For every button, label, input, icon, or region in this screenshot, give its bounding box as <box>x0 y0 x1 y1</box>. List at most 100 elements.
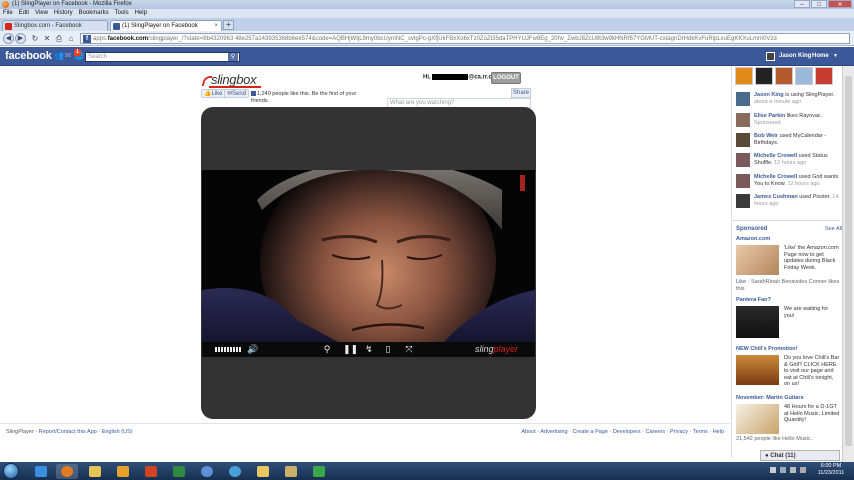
chat-bar[interactable]: ● Chat (11) <box>760 450 840 461</box>
fullscreen-icon[interactable]: ⤧ <box>404 345 414 354</box>
account-dropdown-icon[interactable]: ▼ <box>833 52 838 61</box>
ticker-text: is using SlingPlayer. <box>785 92 835 98</box>
friend-requests-icon[interactable]: 👥 <box>54 52 64 60</box>
footer-about-link[interactable]: About <box>521 429 535 435</box>
app-icon-settings[interactable] <box>795 67 813 85</box>
tab-slingplayer-facebook[interactable]: (1) SlingPlayer on Facebook × <box>110 20 222 31</box>
forward-icon[interactable]: ▶ <box>15 33 26 44</box>
ad-pantera[interactable]: Pantera Fan? We are waiting for you! <box>736 297 840 341</box>
home-icon[interactable]: ⌂ <box>66 34 76 43</box>
ad-title[interactable]: November: Martin Guitars <box>736 395 840 402</box>
profile-link[interactable]: Jason King <box>779 52 811 61</box>
tab-slingbox-facebook[interactable]: Slingbox.com - Facebook <box>2 20 108 31</box>
tray-battery-icon[interactable] <box>800 467 806 473</box>
page-scrollbar[interactable] <box>842 66 854 462</box>
user-avatar[interactable] <box>766 52 775 61</box>
app-icon-pantera[interactable] <box>755 67 773 85</box>
footer-developers-link[interactable]: Developers <box>613 429 641 435</box>
language-link[interactable]: English (US) <box>102 429 133 435</box>
tray-flag-icon[interactable] <box>770 467 776 473</box>
menu-tools[interactable]: Tools <box>115 9 129 18</box>
minimize-button[interactable]: – <box>794 0 810 8</box>
new-tab-button[interactable]: + <box>223 20 234 30</box>
taskbar-excel-icon[interactable] <box>168 464 190 479</box>
remote-icon[interactable]: ▯ <box>383 345 393 354</box>
ad-title[interactable]: Amazon.com <box>736 236 840 243</box>
menu-file[interactable]: File <box>3 9 13 18</box>
firefox-icon <box>2 1 9 8</box>
footer-advertising-link[interactable]: Advertising <box>540 429 567 435</box>
app-icon-chilis[interactable] <box>735 67 753 85</box>
menu-view[interactable]: View <box>35 9 48 18</box>
taskbar-explorer-icon[interactable] <box>84 464 106 479</box>
taskbar-media-icon[interactable] <box>280 464 302 479</box>
taskbar-quicktime-icon[interactable] <box>224 464 246 479</box>
ticker-item[interactable]: Jason King is using SlingPlayer. about a… <box>736 92 840 108</box>
close-button[interactable]: ✕ <box>828 0 852 8</box>
system-clock[interactable]: 6:00 PM 11/23/2011 <box>812 463 850 477</box>
ad-chilis[interactable]: NEW Chili's Promotion! Do you love Chili… <box>736 346 840 390</box>
facebook-logo[interactable]: facebook <box>5 50 52 62</box>
player-brand-sling: sling <box>475 344 494 354</box>
url-bar[interactable]: f apps.facebook.com/slingplayer_/?state=… <box>80 33 850 44</box>
video-area[interactable] <box>202 170 535 344</box>
see-all-link[interactable]: See All <box>825 226 842 232</box>
ticker-item[interactable]: Bob Weir used MyCalendar - Birthdays. <box>736 133 840 149</box>
home-link[interactable]: Home <box>812 52 829 61</box>
scrollbar-thumb[interactable] <box>845 76 852 446</box>
ticker-item[interactable]: Elise Parkin likes Rayovac. Sponsored <box>736 113 840 129</box>
ticker-name: Jason King <box>754 92 784 98</box>
send-button[interactable]: ✉Send <box>224 89 250 98</box>
taskbar-folder-icon[interactable] <box>252 464 274 479</box>
reload-icon[interactable]: ↻ <box>30 34 40 43</box>
menu-edit[interactable]: Edit <box>19 9 29 18</box>
menu-help[interactable]: Help <box>135 9 147 18</box>
maximize-button[interactable]: □ <box>811 0 827 8</box>
volume-icon[interactable]: 🔊 <box>247 345 258 354</box>
taskbar-outlook-icon[interactable] <box>112 464 134 479</box>
bookmarked-apps <box>735 67 833 85</box>
tab-close-icon[interactable]: × <box>214 21 218 31</box>
taskbar-itunes-icon[interactable] <box>196 464 218 479</box>
footer-help-link[interactable]: Help <box>713 429 724 435</box>
report-app-link[interactable]: Report/Contact this App <box>39 429 97 435</box>
pause-icon[interactable]: ❚❚ <box>343 345 358 354</box>
back-icon[interactable]: ◀ <box>3 33 14 44</box>
print-icon[interactable]: ⎙ <box>54 34 64 43</box>
footer-careers-link[interactable]: Careers <box>646 429 666 435</box>
messages-icon[interactable]: ✉ <box>64 52 72 60</box>
ad-martin-guitars[interactable]: November: Martin Guitars 48 Hours for a … <box>736 395 840 443</box>
footer-privacy-link[interactable]: Privacy <box>670 429 688 435</box>
share-button[interactable]: Share <box>511 88 531 98</box>
ad-title[interactable]: NEW Chili's Promotion! <box>736 346 840 353</box>
like-button[interactable]: 👍Like <box>201 89 226 98</box>
search-icon[interactable]: ⚲ <box>228 53 238 61</box>
tray-volume-icon[interactable] <box>790 467 796 473</box>
start-button[interactable] <box>3 463 19 479</box>
jump-icon[interactable]: ↯ <box>364 345 374 354</box>
menu-bookmarks[interactable]: Bookmarks <box>79 9 109 18</box>
volume-level-bars[interactable] <box>215 347 241 352</box>
taskbar-ie-icon[interactable] <box>30 464 52 479</box>
ad-like-link[interactable]: Like <box>736 279 746 285</box>
like-label: Like <box>211 91 223 97</box>
ad-amazon[interactable]: Amazon.com 'Like' the Amazon.com Page no… <box>736 236 840 292</box>
app-icon-games[interactable] <box>815 67 833 85</box>
footer-terms-link[interactable]: Terms <box>693 429 708 435</box>
facebook-search-input[interactable]: Search ⚲ <box>85 52 240 62</box>
taskbar-firefox-icon[interactable] <box>56 464 78 479</box>
ad-title[interactable]: Pantera Fan? <box>736 297 840 304</box>
search-icon[interactable]: ⚲ <box>322 345 332 354</box>
menu-history[interactable]: History <box>54 9 73 18</box>
ticker-item[interactable]: James Cushman used Pixster. 14 hours ago <box>736 194 840 210</box>
taskbar-powerpoint-icon[interactable] <box>140 464 162 479</box>
ticker-item[interactable]: Michelle Crowell used God wants You to K… <box>736 174 840 190</box>
slingbox-favicon-icon <box>5 23 12 30</box>
tray-network-icon[interactable] <box>780 467 786 473</box>
footer-create-page-link[interactable]: Create a Page <box>572 429 607 435</box>
logout-button[interactable]: LOGOUT <box>491 72 521 84</box>
taskbar-player-icon[interactable] <box>308 464 330 479</box>
ticker-item[interactable]: Michelle Crowell used Status Shuffle. 12… <box>736 153 840 169</box>
stop-icon[interactable]: ✕ <box>42 34 52 43</box>
app-icon-game[interactable] <box>775 67 793 85</box>
